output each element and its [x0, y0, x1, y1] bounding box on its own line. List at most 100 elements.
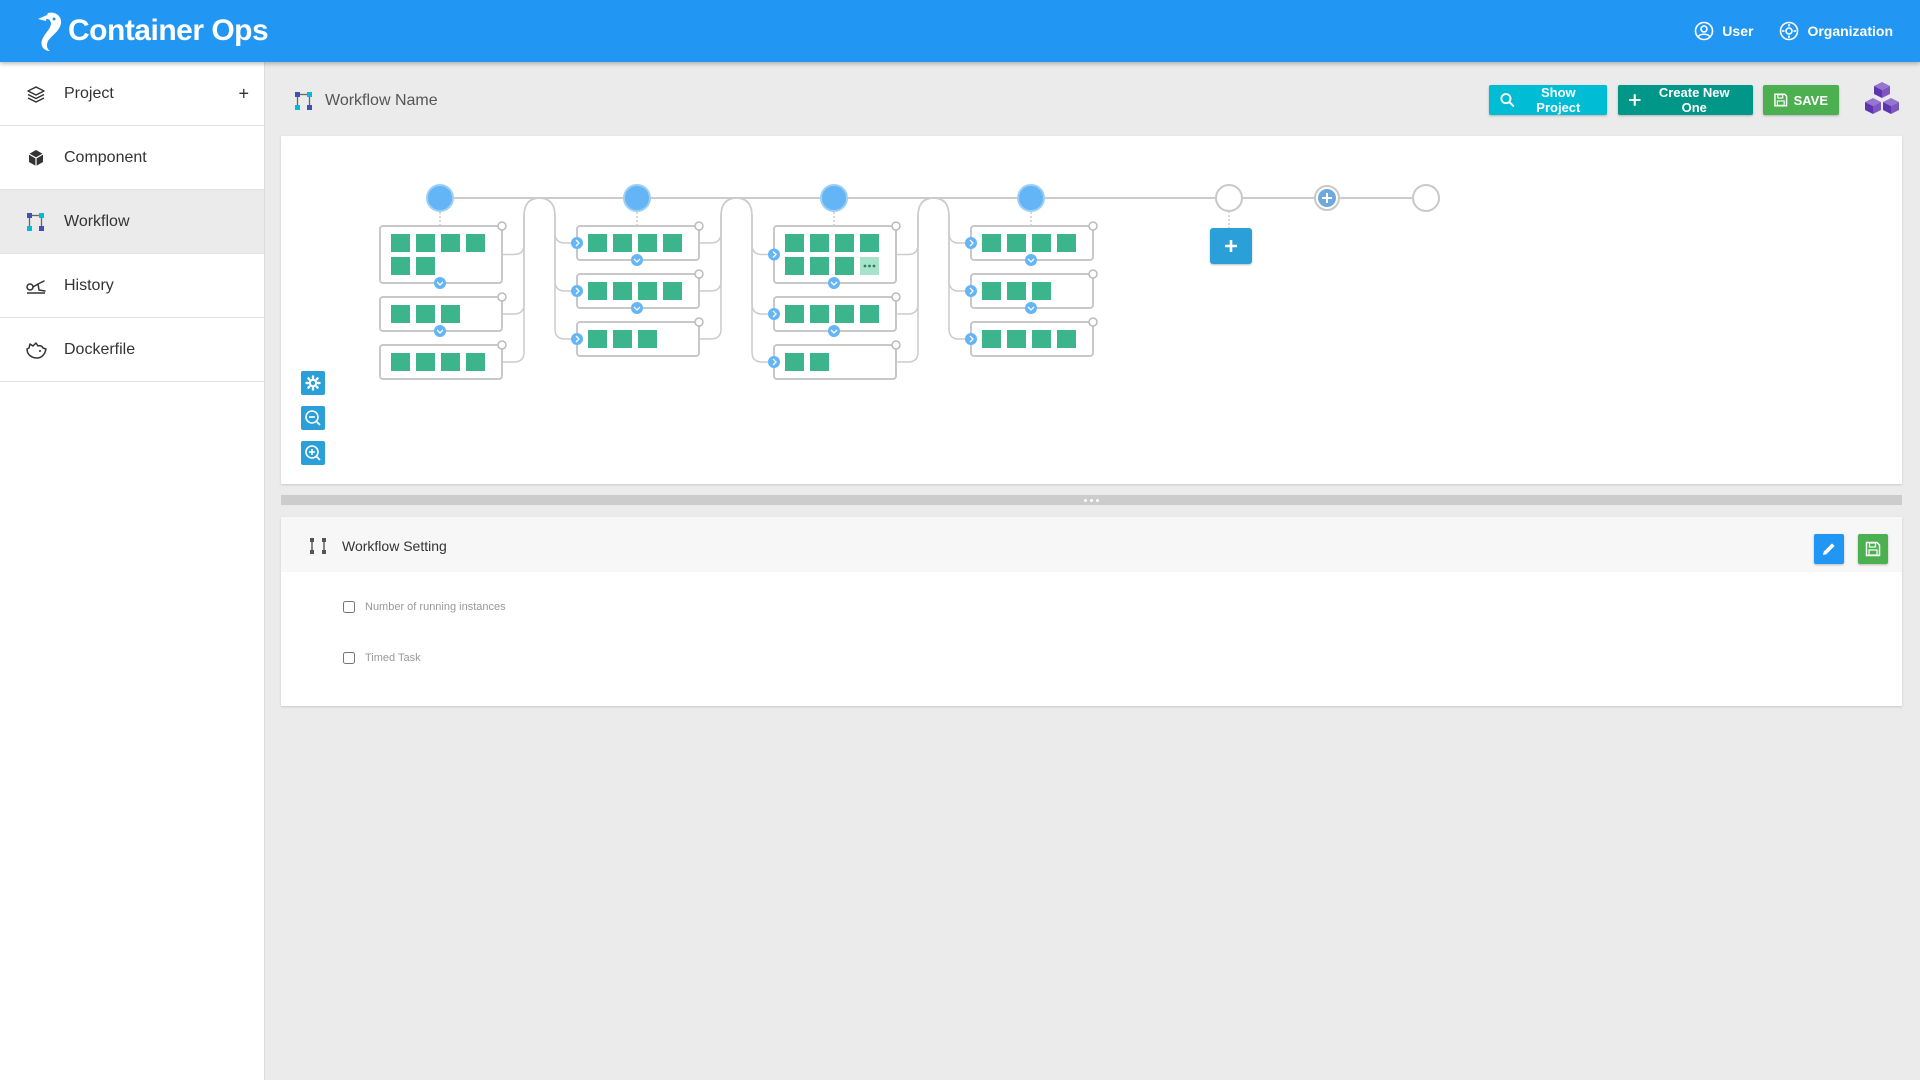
action-connector — [502, 197, 541, 363]
component-block — [638, 282, 657, 300]
component-block — [416, 305, 435, 323]
zoom-in-button[interactable] — [301, 441, 325, 465]
user-icon — [1694, 21, 1714, 41]
input-arrow-icon — [571, 237, 583, 249]
remove-action-icon — [497, 292, 507, 302]
cube-icon — [25, 147, 47, 169]
show-project-button[interactable]: Show Project — [1489, 85, 1607, 115]
docker-icon — [25, 339, 47, 361]
component-block — [810, 305, 829, 323]
sidebar-item-workflow[interactable]: Workflow — [0, 190, 264, 254]
workflow-setting-icon — [310, 538, 326, 554]
top-bar: Container Ops User Organization — [0, 0, 1920, 62]
edit-settings-button[interactable] — [1814, 534, 1844, 564]
component-block — [613, 282, 632, 300]
sidebar-item-dockerfile[interactable]: Dockerfile — [0, 318, 264, 382]
component-block — [391, 305, 410, 323]
component-block — [663, 234, 682, 252]
action-connector — [896, 197, 935, 315]
component-block — [391, 353, 410, 371]
zoom-out-button[interactable] — [301, 406, 325, 430]
next-action-arrow-icon — [1025, 254, 1037, 266]
component-block — [441, 234, 460, 252]
input-arrow-icon — [965, 333, 977, 345]
sidebar-item-component[interactable]: Component — [0, 126, 264, 190]
action-connector — [735, 197, 774, 363]
user-menu[interactable]: User — [1694, 21, 1753, 41]
action-connector — [735, 197, 774, 256]
component-block — [1032, 234, 1051, 252]
remove-action-icon — [497, 221, 507, 231]
save-settings-button[interactable] — [1858, 534, 1888, 564]
save-button[interactable]: SAVE — [1763, 85, 1839, 115]
action-connector — [699, 197, 738, 244]
input-arrow-icon — [768, 308, 780, 320]
workflow-settings-panel: Workflow Setting Number of running insta… — [281, 517, 1902, 706]
settings-title-text: Workflow Setting — [342, 538, 447, 554]
input-arrow-icon — [768, 356, 780, 368]
sidebar-item-history[interactable]: History — [0, 254, 264, 318]
plus-icon — [1225, 240, 1237, 252]
create-new-button[interactable]: Create New One — [1618, 85, 1753, 115]
action-connector — [502, 197, 541, 256]
input-arrow-icon — [768, 248, 780, 261]
remove-action-icon — [694, 317, 704, 327]
remove-action-icon — [1088, 221, 1098, 231]
component-block — [785, 234, 804, 252]
history-icon — [25, 275, 47, 297]
panel-resize-handle[interactable] — [281, 495, 1902, 505]
more-dot — [863, 264, 867, 268]
running-instances-checkbox[interactable] — [343, 601, 355, 613]
sidebar: Project + Component Workflow History Doc… — [0, 62, 265, 1080]
next-action-arrow-icon — [828, 277, 840, 289]
add-project-button[interactable]: + — [238, 83, 249, 104]
component-block — [1007, 330, 1026, 348]
gear-icon — [1780, 21, 1799, 41]
remove-action-icon — [891, 221, 901, 231]
workflow-name[interactable]: Workflow Name — [325, 92, 438, 110]
action-connector — [538, 197, 577, 244]
sidebar-item-label: Component — [64, 148, 147, 166]
component-block — [466, 353, 485, 371]
next-action-arrow-icon — [828, 325, 840, 337]
empty-stage-node — [1215, 184, 1243, 212]
component-block — [860, 234, 879, 252]
more-dot — [868, 264, 871, 268]
option-label: Timed Task — [365, 652, 421, 664]
remove-action-icon — [891, 340, 901, 350]
component-block — [638, 234, 657, 252]
sidebar-item-project[interactable]: Project + — [0, 62, 264, 126]
component-block — [810, 234, 829, 252]
settings-title: Workflow Setting — [308, 536, 447, 556]
create-new-label: Create New One — [1658, 85, 1730, 115]
workflow-diagram[interactable] — [281, 136, 1902, 484]
action-connector — [538, 197, 577, 340]
action-connector — [699, 197, 738, 292]
action-connector — [502, 197, 541, 315]
input-arrow-icon — [571, 285, 583, 297]
component-block — [588, 282, 607, 300]
remove-action-icon — [694, 221, 704, 231]
component-block — [441, 305, 460, 323]
zoom-in-icon — [305, 445, 321, 461]
organization-menu[interactable]: Organization — [1779, 21, 1893, 41]
settings-tool-button[interactable] — [301, 371, 325, 395]
timed-task-checkbox[interactable] — [343, 652, 355, 664]
component-block — [1007, 282, 1026, 300]
remove-action-icon — [891, 292, 901, 302]
sidebar-item-label: Workflow — [64, 212, 130, 230]
empty-stage-node — [1412, 184, 1440, 212]
app-logo[interactable]: Container Ops — [34, 8, 269, 54]
action-connector — [699, 197, 738, 340]
option-running-instances[interactable]: Number of running instances — [343, 601, 506, 613]
option-timed-task[interactable]: Timed Task — [343, 652, 421, 664]
components-cube-icon[interactable] — [1863, 81, 1901, 117]
app-title: Container Ops — [68, 14, 269, 47]
remove-action-icon — [694, 269, 704, 279]
stage-node — [1017, 184, 1045, 212]
component-block — [835, 305, 854, 323]
layers-icon — [25, 83, 47, 105]
workflow-canvas[interactable] — [281, 136, 1902, 484]
component-block — [391, 234, 410, 252]
add-action-button[interactable] — [1210, 228, 1252, 264]
